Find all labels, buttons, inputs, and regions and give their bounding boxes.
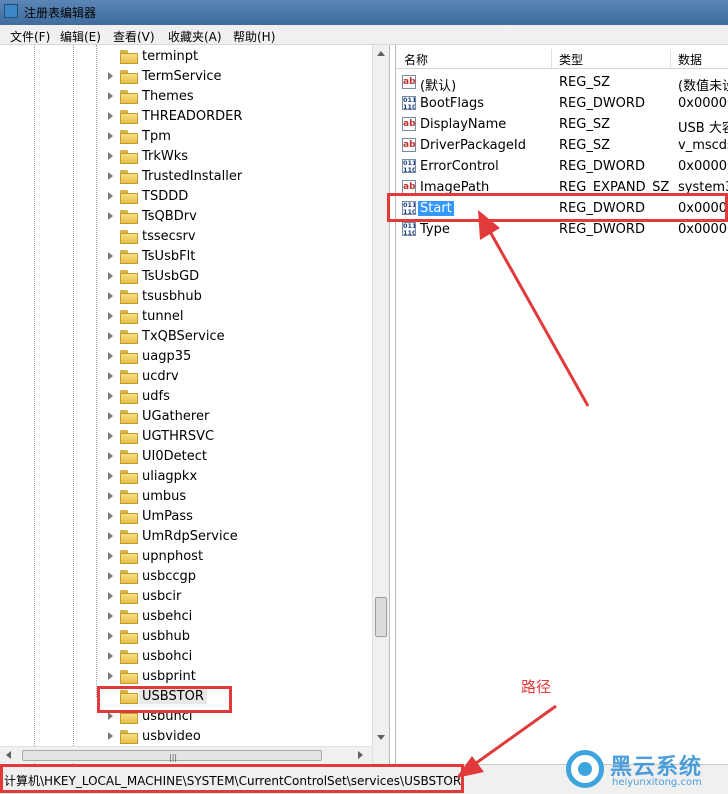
watermark-domain: heiyunxitong.com: [612, 777, 702, 788]
arrow-to-path: [471, 704, 557, 768]
arrow-to-start: [486, 227, 590, 407]
watermark-logo: 黑云系统 heiyunxitong.com: [564, 748, 728, 792]
path-annotation-label: 路径: [521, 678, 552, 696]
logo-circle-icon: [566, 750, 604, 788]
annotation-arrows: [456, 210, 590, 778]
arrow-head: [478, 210, 500, 240]
